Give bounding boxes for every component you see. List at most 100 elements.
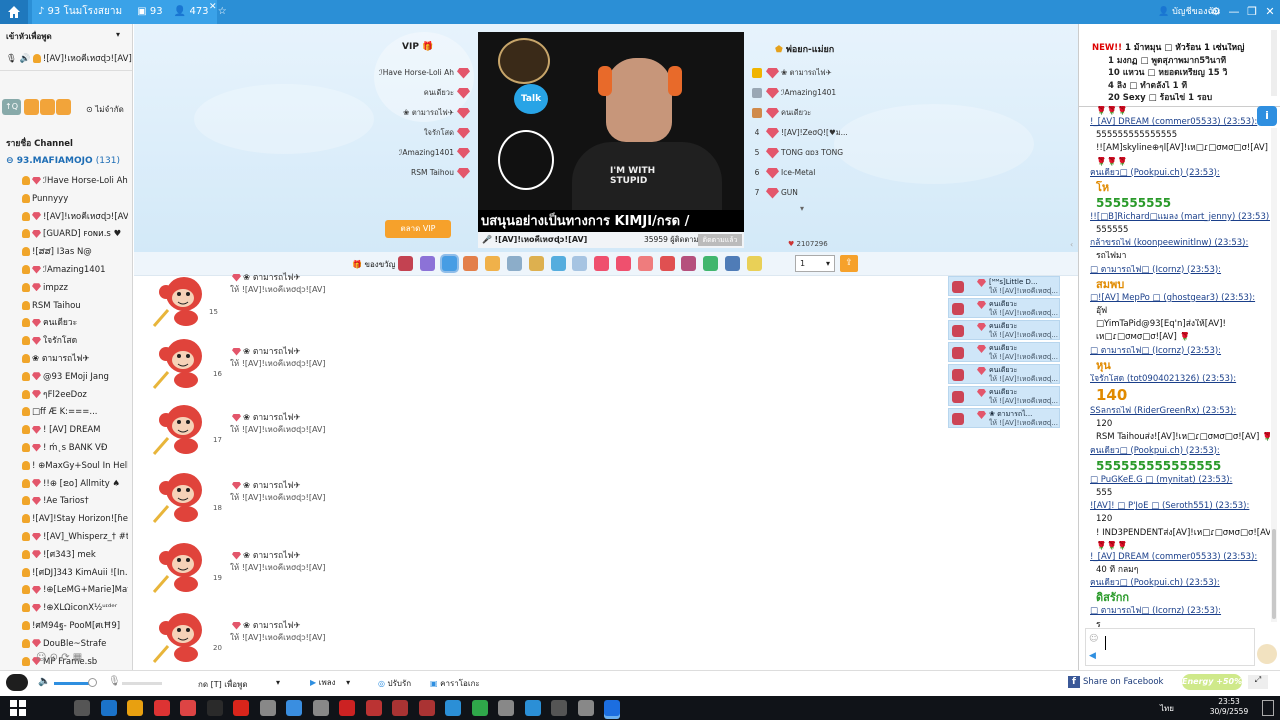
user-list-item[interactable]: ![AV]!Stay Horizon![ɦe... (0, 511, 128, 528)
taskbar-app-icon[interactable] (577, 700, 594, 716)
user-list-item[interactable]: ❀ ตามารถไฟ✈ (0, 351, 128, 368)
leaderboard-item[interactable]: คนเดียวะ (750, 106, 850, 120)
close-icon[interactable]: ✕ (1262, 4, 1278, 20)
follow-button[interactable]: ติดตามแล้ว (698, 234, 742, 246)
leaderboard-item[interactable]: 6 Ice-Metal (750, 166, 850, 180)
gift-sender[interactable]: ❀ ตามารถไฟ✈ (232, 344, 301, 358)
tab-room[interactable]: ♪ 93 โนมโรงสยาม ▣ 93 👤 473 ☆ (32, 0, 227, 24)
taskbar-app-icon[interactable] (312, 700, 329, 716)
user-list-item[interactable]: ๆFl2eeDoz (0, 387, 128, 404)
leaderboard-item[interactable]: 4 ![AV]!ZeσQ![♥ม... (750, 126, 850, 140)
close-tab-icon[interactable]: ✕ (209, 2, 217, 12)
gift-item-icon[interactable] (616, 256, 631, 271)
user-list-item[interactable]: ! ḿ˛s BANK VÐ (0, 440, 128, 457)
vip-item[interactable]: ℐAmazing1401 (372, 146, 472, 160)
gift-item-icon[interactable] (725, 256, 740, 271)
gift-item-icon[interactable] (550, 256, 566, 271)
user-list-item[interactable]: DouBle~Strafe (0, 636, 128, 653)
mic-slider[interactable] (122, 682, 162, 685)
recent-gift-card[interactable]: คนเดียวะ ให้ ![AV]!เหoคีเหσɖ... (948, 364, 1060, 384)
chat-message-author[interactable]: ![AV]! □ P'JoE □ (Seroth551) (23:53): (1090, 501, 1270, 512)
recent-gift-card[interactable]: [ᴹᴹs]Little D... ให้ ![AV]!เหoคีเหσɖ... (948, 276, 1060, 296)
gift-item-icon[interactable] (572, 256, 588, 271)
chat-message-author[interactable]: คนเดียว□ (Pookpui.ch) (23:53): (1090, 168, 1270, 179)
chevron-down-icon[interactable]: ▾ (116, 30, 120, 39)
taskbar-app-icon[interactable] (153, 700, 170, 716)
pencil-icon[interactable] (56, 99, 71, 115)
taskbar-app-icon[interactable] (206, 700, 223, 716)
vip-item[interactable]: ℐHave Horse-Loli Ah (372, 66, 472, 80)
user-icon[interactable]: ☺ (36, 652, 46, 663)
user-list-item[interactable]: ℐHave Horse-Loli Ah (0, 173, 128, 190)
chat-message-author[interactable]: !_[AV] DREAM (commer05533) (23:53): (1090, 552, 1270, 563)
taskbar-app-icon[interactable] (524, 700, 541, 716)
taskbar-app-icon[interactable] (445, 700, 461, 716)
user-list-item[interactable]: !⊕XLΩiconX½ᵘᶦᵈᵉʳ (0, 600, 128, 617)
broadcast-button[interactable]: ◎ ปรับรัก (378, 677, 411, 690)
chat-input[interactable] (1085, 628, 1255, 666)
smiley-icon[interactable]: ☺ (1089, 634, 1098, 644)
gift-item-icon[interactable] (637, 256, 653, 271)
vip-item[interactable]: คนเดียวะ (372, 86, 472, 100)
gift-item-icon[interactable] (463, 256, 479, 271)
gift-item-icon[interactable] (703, 256, 719, 271)
user-list-item[interactable]: ![AV]!เหoคีเหσɖɔ![AV] (0, 209, 128, 226)
gift-sender[interactable]: ❀ ตามารถไฟ✈ (232, 548, 301, 562)
leaderboard-item[interactable]: ℐAmazing1401 (750, 86, 850, 100)
user-list-item[interactable]: [GUARD] ꜰᴏɴᴎ.s ♥ (0, 226, 128, 243)
recent-gift-card[interactable]: คนเดียวะ ให้ ![AV]!เหoคีเหσɖ... (948, 342, 1060, 362)
chat-message-author[interactable]: !![□B]Richard□แมลง (mart_jenny) (23:53): (1090, 212, 1270, 223)
scroll-down-icon[interactable]: ▾ (800, 204, 804, 213)
user-list-item[interactable]: impzz (0, 280, 128, 297)
gift-item-icon[interactable] (659, 256, 675, 271)
gift-sender[interactable]: ❀ ตามารถไฟ✈ (232, 410, 301, 424)
star-icon[interactable]: ☆ (218, 6, 227, 17)
user-list-item[interactable]: RSM Taihou (0, 298, 128, 315)
taskbar-app-icon[interactable] (74, 700, 90, 716)
coffee-icon[interactable] (1257, 644, 1277, 664)
chat-message-author[interactable]: ใจรักโสด (tot0904021326) (23:53): (1090, 374, 1270, 385)
gift-item-icon[interactable] (746, 256, 762, 271)
music-button[interactable]: ▶ เพลง ▾ (310, 676, 350, 689)
user-list-item[interactable]: !ศM94ฐ- PooM[ศιĦ9] (0, 618, 128, 635)
gear-icon[interactable]: ⚙ (1208, 4, 1224, 20)
mic-mute-icon[interactable]: 🎙 (108, 676, 121, 687)
leaderboard-item[interactable]: 7 GUN (750, 186, 850, 200)
gift-item-icon[interactable] (441, 256, 457, 271)
vip-item[interactable]: RSM Taihou (372, 166, 472, 180)
expand-icon[interactable]: ⤢ (1248, 675, 1268, 689)
taskbar-app-icon[interactable] (392, 700, 408, 716)
taskbar-app-icon[interactable] (339, 700, 355, 716)
taskbar-app-icon[interactable] (180, 700, 196, 716)
chat-message-author[interactable]: □![AV] MepPo □ (ghostgear3) (23:53): (1090, 293, 1270, 304)
speaker-icon[interactable]: ◀ (1089, 651, 1096, 661)
vip-item[interactable]: ❀ ตามารถไฟ✈ (372, 106, 472, 120)
chat-message-author[interactable]: □ ตามารถไฟ□ (Icornz) (23:53): (1090, 606, 1270, 617)
chat-message-author[interactable]: □ ตามารถไฟ□ (Icornz) (23:53): (1090, 265, 1270, 276)
restore-icon[interactable]: ❐ (1244, 4, 1260, 20)
gift-item-icon[interactable] (507, 256, 522, 271)
taskbar-app-icon[interactable] (233, 700, 249, 716)
user-list-item[interactable]: คนเดียวะ (0, 315, 128, 332)
gift-item-icon[interactable] (528, 256, 544, 271)
recent-gift-card[interactable]: ❀ ตามารถไ... ให้ ![AV]!เหoคีเหσɖ... (948, 408, 1060, 428)
user-list-item[interactable]: @93 EMoji Jang (0, 369, 128, 386)
taskbar-app-icon[interactable] (418, 700, 435, 716)
user-list-item[interactable]: ![ศ343] mek (0, 547, 128, 564)
webcam-icon[interactable] (6, 674, 28, 691)
karaoke-button[interactable]: ▣ คาราโอเกะ (430, 677, 480, 690)
gift-sender[interactable]: ❀ ตามารถไฟ✈ (232, 478, 301, 492)
taskbar-app-icon[interactable] (127, 700, 143, 716)
gift-item-icon[interactable] (485, 256, 501, 271)
user-list-item[interactable]: Punnyyy (0, 191, 128, 208)
chevron-down-icon[interactable]: ▾ (276, 678, 280, 687)
gift-sender[interactable]: ❀ ตามารถไฟ✈ (232, 270, 301, 284)
chat-message-author[interactable]: □ ตามารถไฟ□ (Icornz) (23:53): (1090, 346, 1270, 357)
chat-message-author[interactable]: คนเดียว□ (Pookpui.ch) (23:53): (1090, 446, 1270, 457)
notifications-icon[interactable] (1262, 700, 1274, 716)
user-list-item[interactable]: !!⊕ [ຂ໐] Allmity ♠ (0, 476, 128, 493)
system-clock[interactable]: 23:53 30/9/2559 (1204, 697, 1254, 717)
taskbar-app-icon[interactable] (551, 700, 567, 716)
gift-item-icon[interactable] (681, 256, 697, 271)
taskbar-app-icon[interactable] (604, 700, 620, 716)
